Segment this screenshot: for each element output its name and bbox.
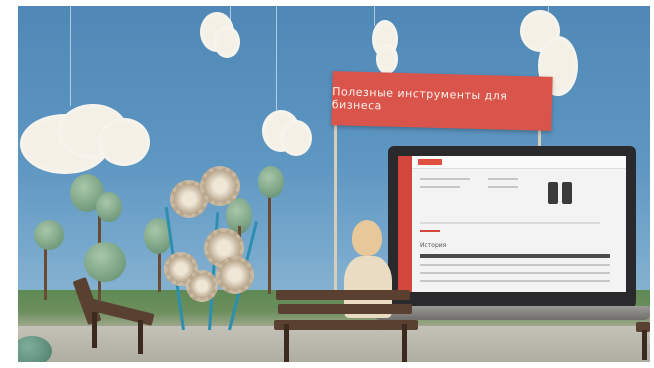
stone-floor bbox=[18, 326, 650, 362]
cloud-string bbox=[276, 6, 277, 116]
cloud-string bbox=[70, 6, 71, 106]
laptop-base bbox=[374, 306, 650, 320]
cloud-string bbox=[374, 6, 375, 26]
bank-logo bbox=[418, 159, 442, 165]
banner-sign: Полезные инструменты для бизнеса bbox=[331, 71, 553, 131]
banner-text: Полезные инструменты для бизнеса bbox=[331, 85, 508, 113]
laptop-screen: История bbox=[398, 156, 626, 292]
screen-sidebar bbox=[398, 156, 412, 292]
banner-pole-left bbox=[334, 118, 337, 298]
phone-icon bbox=[562, 182, 572, 204]
diorama-scene: Полезные инструменты для бизнеса История bbox=[18, 6, 650, 362]
history-heading: История bbox=[420, 242, 447, 249]
screen-topbar bbox=[412, 156, 626, 169]
phone-icon bbox=[548, 182, 558, 204]
laptop: История bbox=[388, 146, 636, 308]
